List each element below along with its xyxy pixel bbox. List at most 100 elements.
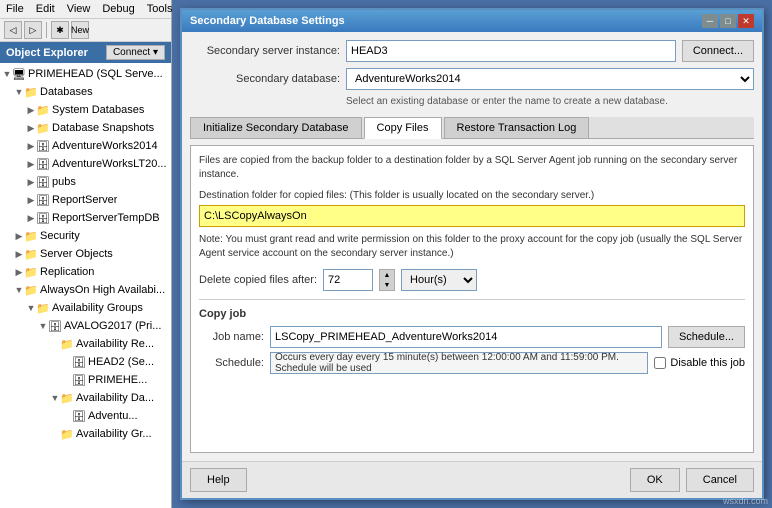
spinner-up[interactable]: ▲ (380, 270, 394, 280)
folder-icon: 📁 (24, 85, 38, 99)
tree-item[interactable]: 📁Availability Gr... (0, 425, 171, 443)
expand-icon[interactable] (62, 375, 72, 385)
toolbar-btn-1[interactable]: ◁ (4, 21, 22, 39)
dialog-title: Secondary Database Settings (190, 15, 345, 27)
job-name-input[interactable] (270, 326, 662, 348)
tree-item[interactable]: ▼📁Databases (0, 83, 171, 101)
tree-item[interactable]: 📁Availability Re... (0, 335, 171, 353)
tree-item[interactable]: ▶🗄pubs (0, 173, 171, 191)
expand-icon[interactable]: ▶ (26, 159, 36, 169)
server-instance-input[interactable] (346, 40, 676, 62)
maximize-button[interactable]: □ (720, 14, 736, 28)
tab-2[interactable]: Restore Transaction Log (444, 117, 590, 138)
folder-icon: 📁 (60, 337, 74, 351)
tree-item-label: Database Snapshots (52, 122, 154, 134)
ok-button[interactable]: OK (630, 468, 680, 492)
tree-item[interactable]: 🗄Adventu... (0, 407, 171, 425)
tab-0[interactable]: Initialize Secondary Database (190, 117, 362, 138)
expand-icon[interactable]: ▶ (26, 105, 36, 115)
help-button[interactable]: Help (190, 468, 247, 492)
tree-item[interactable]: ▼📁Availability Da... (0, 389, 171, 407)
tab-1[interactable]: Copy Files (364, 117, 442, 139)
toolbar-sep (46, 22, 47, 38)
copy-job-section: Copy job Job name: Schedule... Schedule:… (199, 299, 745, 374)
database-select[interactable]: AdventureWorks2014 (346, 68, 754, 90)
folder-icon: 📁 (36, 121, 50, 135)
tree[interactable]: ▼🖥PRIMEHEAD (SQL Serve...▼📁Databases▶📁Sy… (0, 63, 171, 508)
tree-item-label: Databases (40, 86, 93, 98)
job-name-label: Job name: (199, 331, 264, 343)
connect-button[interactable]: Connect ▾ (106, 45, 165, 60)
dest-folder-input[interactable] (199, 205, 745, 227)
tree-item-label: ReportServerTempDB (52, 212, 160, 224)
schedule-button[interactable]: Schedule... (668, 326, 745, 348)
connect-dialog-button[interactable]: Connect... (682, 40, 754, 62)
tree-item[interactable]: ▶🗄ReportServer (0, 191, 171, 209)
tree-item-label: AVALOG2017 (Pri... (64, 320, 161, 332)
expand-icon[interactable] (62, 357, 72, 367)
close-button[interactable]: ✕ (738, 14, 754, 28)
tree-item[interactable]: ▶📁System Databases (0, 101, 171, 119)
expand-icon[interactable]: ▶ (26, 177, 36, 187)
toolbar-btn-2[interactable]: ▷ (24, 21, 42, 39)
folder-icon: 📁 (24, 247, 38, 261)
expand-icon[interactable]: ▼ (2, 69, 12, 79)
expand-icon[interactable]: ▼ (38, 321, 48, 331)
expand-icon[interactable]: ▶ (14, 267, 24, 277)
db-icon: 🗄 (36, 211, 50, 225)
expand-icon[interactable]: ▶ (26, 195, 36, 205)
watermark: wsxdn.com (723, 496, 768, 506)
tree-item-label: Availability Da... (76, 392, 154, 404)
disable-checkbox[interactable] (654, 357, 666, 369)
tree-item[interactable]: ▶🗄AdventureWorks2014 (0, 137, 171, 155)
server-instance-row: Secondary server instance: Connect... (190, 40, 754, 62)
expand-icon[interactable]: ▼ (14, 87, 24, 97)
menu-edit[interactable]: Edit (34, 2, 57, 16)
delete-value-input[interactable] (323, 269, 373, 291)
expand-icon[interactable]: ▶ (14, 231, 24, 241)
expand-icon[interactable]: ▶ (26, 141, 36, 151)
titlebar-controls: ─ □ ✕ (702, 14, 754, 28)
tree-item-label: Availability Re... (76, 338, 154, 350)
tree-item-label: Availability Groups (52, 302, 143, 314)
tree-item[interactable]: ▼🗄AVALOG2017 (Pri... (0, 317, 171, 335)
db-icon: 🗄 (36, 193, 50, 207)
schedule-text: Occurs every day every 15 minute(s) betw… (270, 352, 648, 374)
expand-icon[interactable]: ▶ (26, 123, 36, 133)
tree-item[interactable]: 🗄HEAD2 (Se... (0, 353, 171, 371)
menu-bar: File Edit View Debug Tools (0, 0, 171, 19)
unit-select[interactable]: Minute(s)Hour(s)Day(s) (401, 269, 477, 291)
expand-icon[interactable] (50, 429, 60, 439)
expand-icon[interactable]: ▶ (26, 213, 36, 223)
tree-item[interactable]: 🗄PRIMEHE... (0, 371, 171, 389)
menu-debug[interactable]: Debug (100, 2, 136, 16)
menu-view[interactable]: View (65, 2, 93, 16)
database-row: Secondary database: AdventureWorks2014 (190, 68, 754, 90)
tree-item[interactable]: ▶📁Replication (0, 263, 171, 281)
expand-icon[interactable]: ▼ (14, 285, 24, 295)
expand-icon[interactable] (62, 411, 72, 421)
cancel-button[interactable]: Cancel (686, 468, 754, 492)
toolbar-btn-3[interactable]: ✱ (51, 21, 69, 39)
tab-bar: Initialize Secondary DatabaseCopy FilesR… (190, 117, 754, 139)
tree-item[interactable]: ▶🗄AdventureWorksLT20... (0, 155, 171, 173)
tree-item[interactable]: ▶📁Server Objects (0, 245, 171, 263)
menu-tools[interactable]: Tools (145, 2, 175, 16)
expand-icon[interactable]: ▼ (50, 393, 60, 403)
tree-item-label: pubs (52, 176, 76, 188)
tree-item[interactable]: ▶📁Database Snapshots (0, 119, 171, 137)
spinner-down[interactable]: ▼ (380, 280, 394, 290)
tree-item[interactable]: ▼📁AlwaysOn High Availabi... (0, 281, 171, 299)
tree-item[interactable]: ▶🗄ReportServerTempDB (0, 209, 171, 227)
tree-item[interactable]: ▶📁Security (0, 227, 171, 245)
toolbar-btn-new[interactable]: New (71, 21, 89, 39)
minimize-button[interactable]: ─ (702, 14, 718, 28)
expand-icon[interactable]: ▶ (14, 249, 24, 259)
delete-label: Delete copied files after: (199, 274, 317, 286)
expand-icon[interactable]: ▼ (26, 303, 36, 313)
menu-file[interactable]: File (4, 2, 26, 16)
note-text: Note: You must grant read and write perm… (199, 233, 745, 261)
tree-item[interactable]: ▼🖥PRIMEHEAD (SQL Serve... (0, 65, 171, 83)
tree-item[interactable]: ▼📁Availability Groups (0, 299, 171, 317)
expand-icon[interactable] (50, 339, 60, 349)
